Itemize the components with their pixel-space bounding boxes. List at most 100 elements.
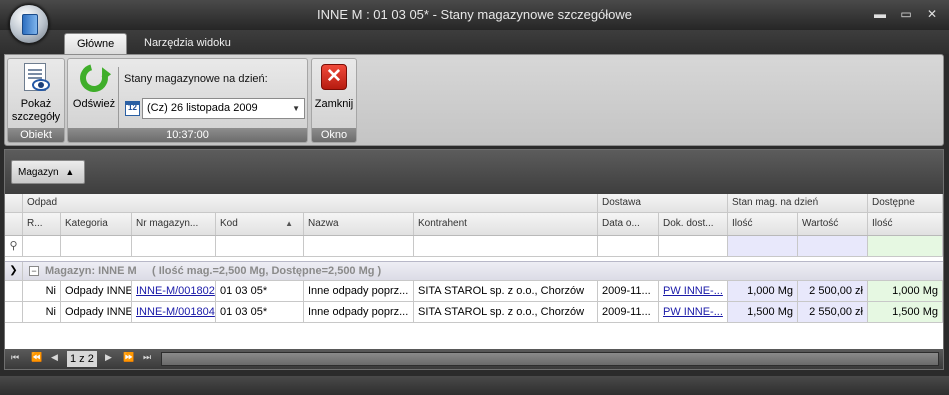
group-row[interactable]: ❯ − Magazyn: INNE M ( Ilość mag.=2,500 M… (5, 261, 943, 281)
collapse-icon[interactable]: − (29, 266, 39, 276)
band-dostawa[interactable]: Dostawa (598, 194, 728, 212)
cell-r: Ni (23, 281, 61, 301)
col-nazwa[interactable]: Nazwa (304, 213, 414, 235)
cell-data-o: 2009-11... (598, 281, 659, 301)
prev-page-icon[interactable]: ⏪ (31, 352, 42, 363)
filter-cell[interactable] (798, 236, 868, 256)
scrollbar-thumb[interactable] (162, 353, 938, 365)
group-chip-magazyn[interactable]: Magazyn ▲ (11, 160, 85, 184)
ribbon-tabstrip: Główne Narzędzia widoku (0, 30, 949, 54)
group-chip-label: Magazyn (18, 167, 59, 178)
cell-wartosc: 2 500,00 zł (798, 281, 868, 301)
cell-nr-magazyn-link[interactable]: INNE-M/001802 (132, 281, 216, 301)
cell-ilosc: 1,000 Mg (728, 281, 798, 301)
band-odpad[interactable]: Odpad (23, 194, 598, 212)
tab-narzedzia-widoku[interactable]: Narzędzia widoku (132, 33, 243, 54)
horizontal-scrollbar[interactable] (161, 352, 939, 366)
data-grid: Magazyn ▲ Odpad Dostawa Stan mag. na dzi… (4, 149, 944, 370)
document-view-icon (20, 62, 52, 94)
title-bar: INNE M : 01 03 05* - Stany magazynowe sz… (0, 0, 949, 30)
refresh-icon (74, 58, 114, 98)
minimize-icon[interactable]: ▬ (869, 6, 891, 22)
band-stan[interactable]: Stan mag. na dzień (728, 194, 868, 212)
col-kontrahent[interactable]: Kontrahent (414, 213, 598, 235)
table-row[interactable]: Ni Odpady INNE INNE-M/001804 01 03 05* I… (5, 302, 943, 323)
group-obiekt: Pokaż szczegóły Obiekt (7, 58, 65, 143)
grid-navigator: ⏮ ⏪ ◀ 1 z 2 ▶ ⏩ ⏭ (5, 349, 943, 369)
filter-cell[interactable] (728, 236, 798, 256)
next-page-icon[interactable]: ⏩ (123, 352, 134, 363)
tab-glowne[interactable]: Główne (64, 33, 128, 54)
cell-data-o: 2009-11... (598, 302, 659, 322)
cell-kategoria: Odpady INNE (61, 302, 132, 322)
filter-row: ⚲ (5, 236, 943, 257)
col-data-o[interactable]: Data o... (598, 213, 659, 235)
close-icon: ✕ (318, 62, 350, 94)
cell-kontrahent: SITA STAROL sp. z o.o., Chorzów (414, 281, 598, 301)
col-r[interactable]: R... (23, 213, 61, 235)
col-kategoria[interactable]: Kategoria (61, 213, 132, 235)
group-row-label: Magazyn: INNE M ( Ilość mag.=2,500 Mg, D… (45, 265, 382, 277)
date-value: (Cz) 26 listopada 2009 (147, 102, 258, 114)
group-obiekt-label: Obiekt (8, 128, 64, 142)
col-dok-dost[interactable]: Dok. dost... (659, 213, 728, 235)
cell-nr-magazyn-link[interactable]: INNE-M/001804 (132, 302, 216, 322)
sort-asc-icon: ▲ (65, 167, 75, 177)
column-header-row: R... Kategoria Nr magazyn... Kod ▲ Nazwa… (5, 213, 943, 236)
cell-dok-dost-link[interactable]: PW INNE-... (659, 302, 728, 322)
window-title: INNE M : 01 03 05* - Stany magazynowe sz… (316, 7, 633, 22)
cell-dok-dost-link[interactable]: PW INNE-... (659, 281, 728, 301)
last-page-icon[interactable]: ⏭ (143, 352, 151, 363)
maximize-icon[interactable]: ▭ (895, 6, 917, 22)
prev-record-icon[interactable]: ◀ (51, 352, 58, 363)
filter-cell[interactable] (132, 236, 216, 256)
cell-nazwa: Inne odpady poprz... (304, 302, 414, 322)
row-selector[interactable] (5, 281, 23, 301)
date-combo[interactable]: (Cz) 26 listopada 2009 ▼ (142, 98, 305, 119)
col-ilosc-dostepne[interactable]: Ilość (868, 213, 943, 235)
filter-cell[interactable] (414, 236, 598, 256)
filter-cell[interactable] (216, 236, 304, 256)
cell-kod: 01 03 05* (216, 302, 304, 322)
ribbon: Pokaż szczegóły Obiekt Odśwież Stany mag… (4, 54, 944, 146)
page-indicator: 1 z 2 (67, 351, 97, 367)
cell-wartosc: 2 550,00 zł (798, 302, 868, 322)
show-details-button[interactable]: Pokaż szczegóły (10, 62, 62, 124)
application-menu-button[interactable] (9, 4, 49, 44)
band-dostepne[interactable]: Dostępne (868, 194, 943, 212)
group-refresh: Odśwież Stany magazynowe na dzień: 12 (C… (67, 58, 308, 143)
show-details-label: Pokaż szczegóły (11, 98, 61, 123)
row-selector[interactable] (5, 302, 23, 322)
filter-cell[interactable] (659, 236, 728, 256)
close-window-icon[interactable]: ✕ (921, 6, 943, 22)
filter-cell[interactable] (23, 236, 61, 256)
chevron-down-icon[interactable]: ▼ (292, 99, 300, 118)
band-spacer (5, 194, 23, 212)
group-refresh-label: 10:37:00 (68, 128, 307, 142)
filter-icon[interactable]: ⚲ (5, 236, 23, 256)
next-record-icon[interactable]: ▶ (105, 352, 112, 363)
first-page-icon[interactable]: ⏮ (11, 352, 19, 363)
refresh-label: Odśwież (72, 98, 116, 110)
filter-cell[interactable] (868, 236, 943, 256)
cell-ilosc-dostepne: 1,000 Mg (868, 281, 943, 301)
filter-cell[interactable] (304, 236, 414, 256)
group-okno: ✕ Zamknij Okno (311, 58, 357, 143)
filter-cell[interactable] (598, 236, 659, 256)
refresh-button[interactable]: Odśwież (70, 58, 118, 111)
col-kod[interactable]: Kod ▲ (216, 213, 304, 235)
group-by-panel: Magazyn ▲ (5, 150, 943, 194)
band-header-row: Odpad Dostawa Stan mag. na dzień Dostępn… (5, 194, 943, 213)
app-logo-icon (22, 14, 38, 35)
cell-kod: 01 03 05* (216, 281, 304, 301)
calendar-icon: 12 (125, 101, 140, 116)
col-wartosc[interactable]: Wartość (798, 213, 868, 235)
col-nr-magazyn[interactable]: Nr magazyn... (132, 213, 216, 235)
cell-nazwa: Inne odpady poprz... (304, 281, 414, 301)
cell-ilosc: 1,500 Mg (728, 302, 798, 322)
filter-cell[interactable] (61, 236, 132, 256)
col-ilosc[interactable]: Ilość (728, 213, 798, 235)
table-row[interactable]: Ni Odpady INNE INNE-M/001802 01 03 05* I… (5, 281, 943, 302)
col-kod-label: Kod (220, 218, 238, 229)
close-button[interactable]: ✕ Zamknij (313, 62, 355, 111)
